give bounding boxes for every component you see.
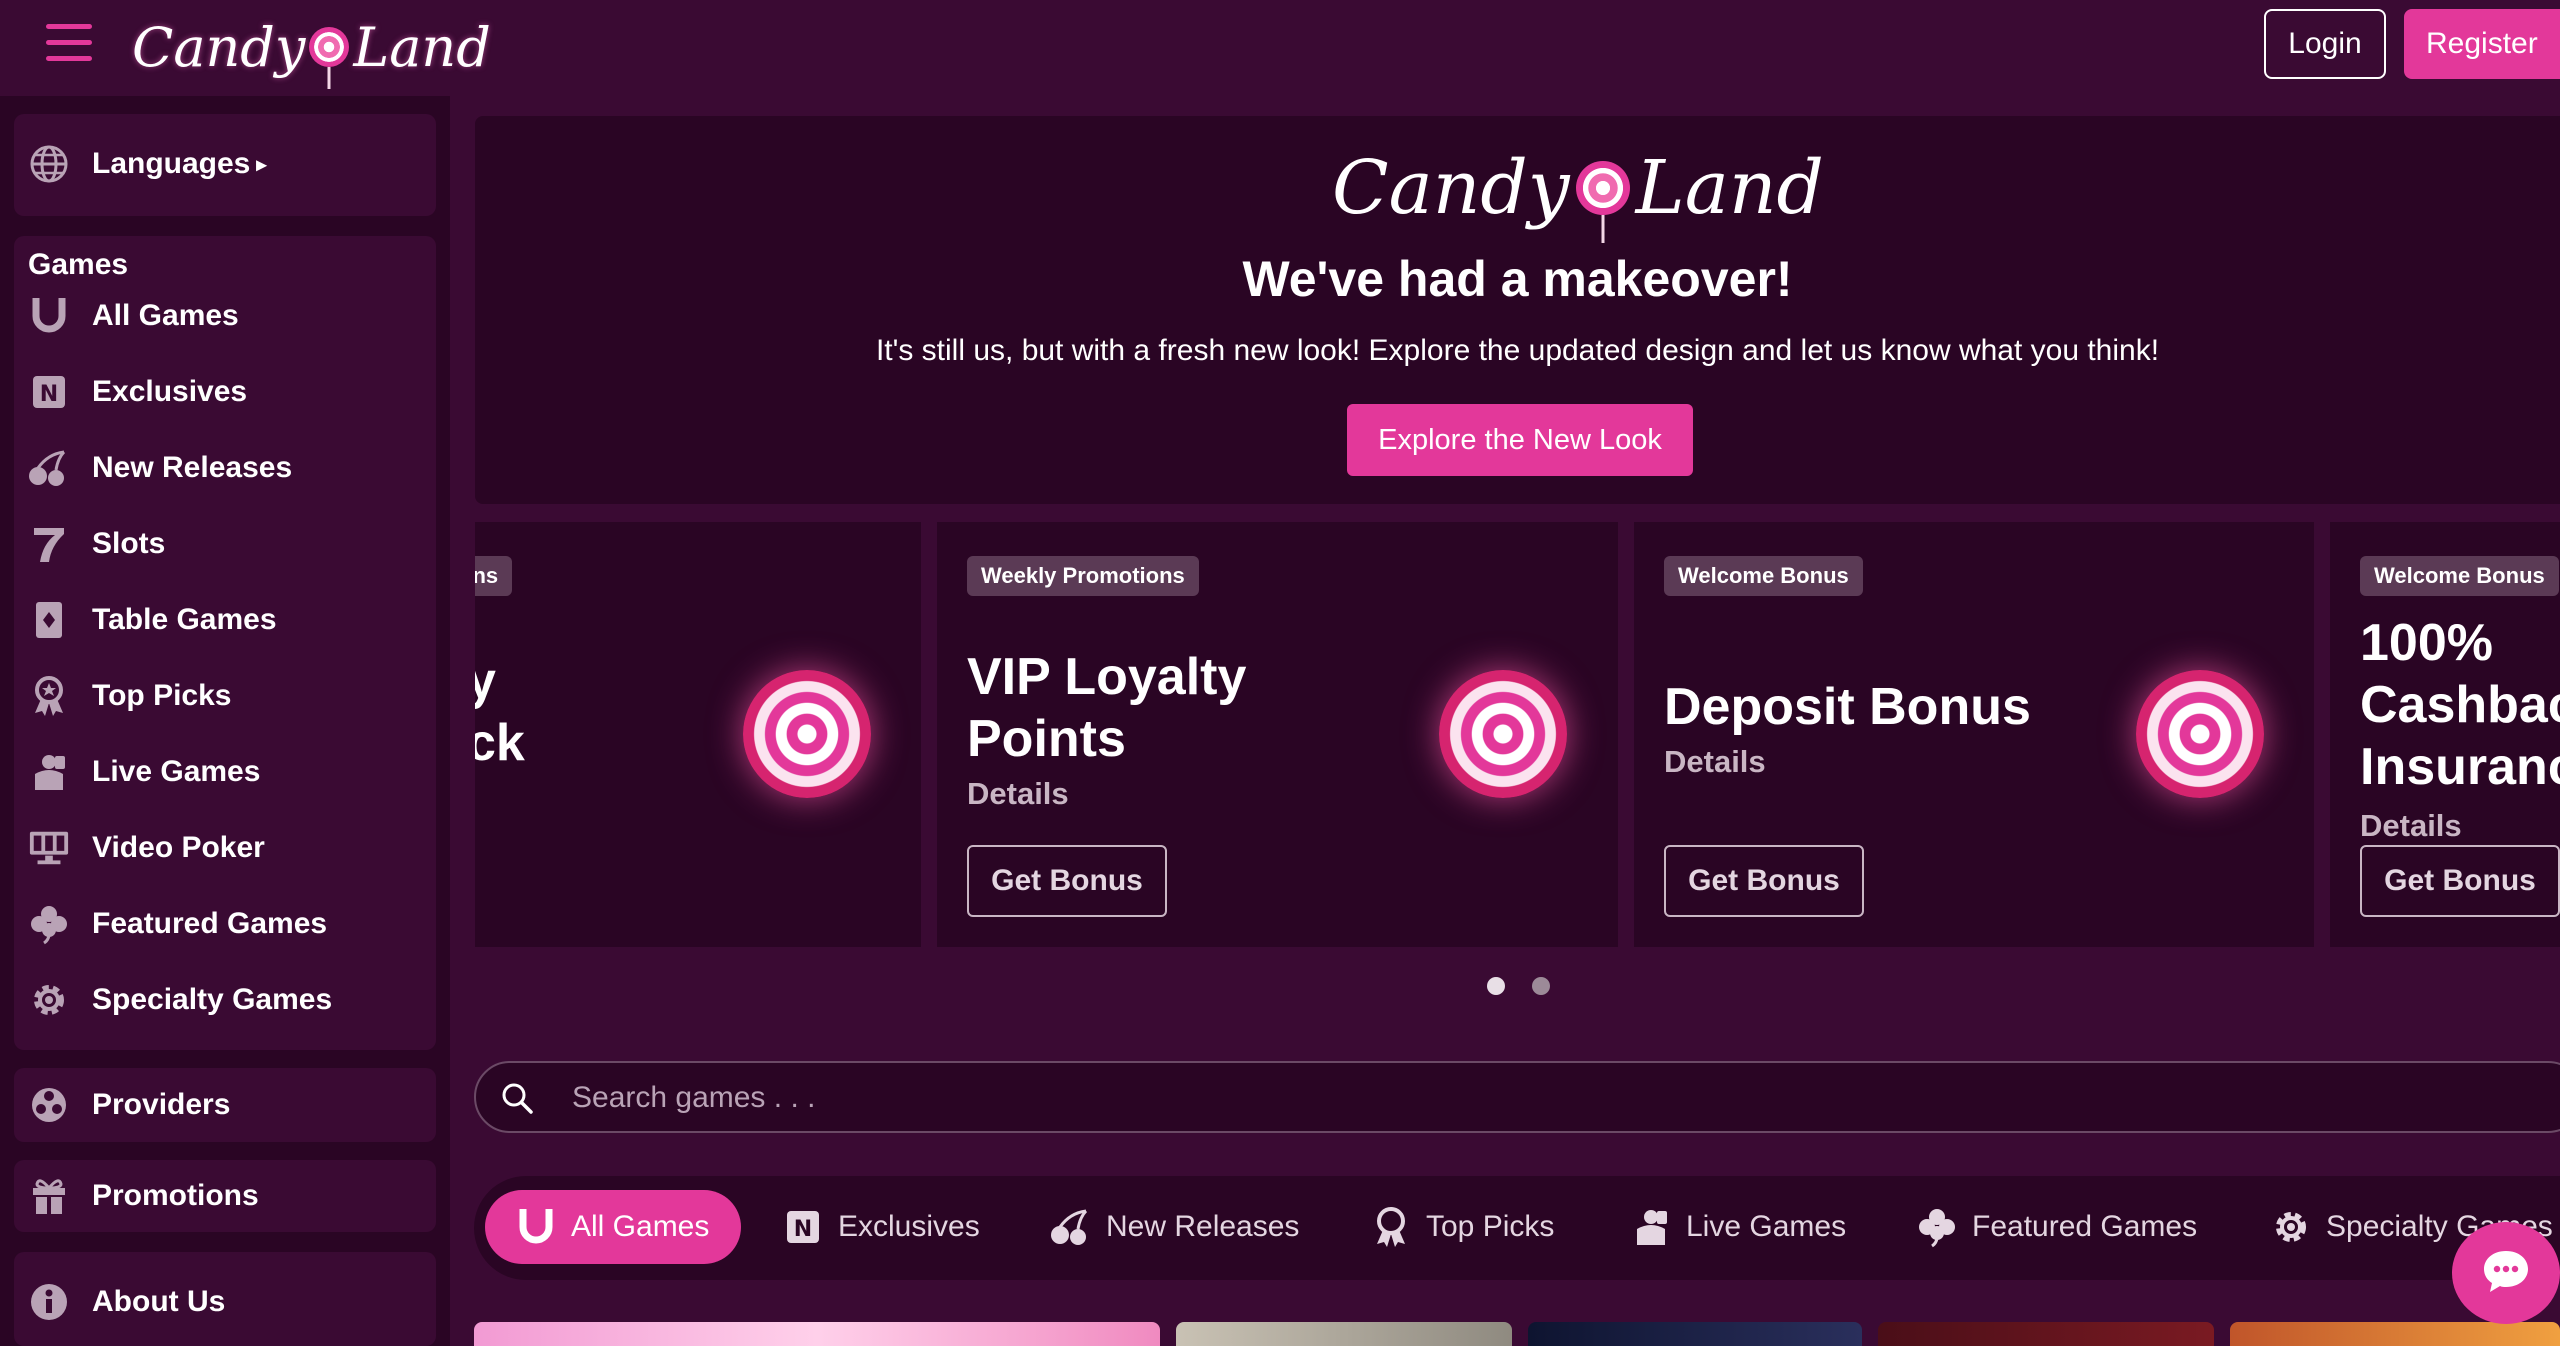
promo-tag: Welcome Bonus [1664, 556, 1863, 596]
promo-card[interactable]: Welcome Bonus 100% Cashbac Insuranc Deta… [2330, 522, 2560, 947]
horseshoe-icon [28, 295, 70, 337]
cherries-icon [1050, 1206, 1092, 1248]
promo-title: Deposit Bonus [1664, 678, 2031, 736]
monitor-icon [28, 827, 70, 869]
seven-icon [28, 523, 70, 565]
info-icon [28, 1281, 70, 1323]
promo-title: y ck [475, 652, 525, 772]
promo-tag: Welcome Bonus [2360, 556, 2559, 596]
lollipop-icon [309, 27, 350, 67]
tab-exclusives[interactable]: N Exclusives [782, 1190, 980, 1264]
candy-swirl-icon [2136, 670, 2264, 798]
game-thumbnail[interactable] [1878, 1322, 2214, 1346]
candy-swirl-icon [743, 670, 871, 798]
search-input[interactable] [572, 1073, 2472, 1123]
sidebar-item-all-games[interactable]: All Games [28, 286, 239, 346]
sidebar-item-providers[interactable]: Providers [28, 1075, 230, 1135]
sidebar: Languages ▸ Games All Games N Exclusives [0, 96, 450, 1346]
sidebar-item-top-picks[interactable]: Top Picks [28, 666, 231, 726]
tab-all-games[interactable]: All Games [485, 1190, 742, 1264]
tab-top-picks[interactable]: Top Picks [1370, 1190, 1554, 1264]
hamburger-menu-icon[interactable] [46, 22, 96, 64]
tab-featured-games[interactable]: Featured Games [1916, 1190, 2197, 1264]
sidebar-providers-card: Providers [14, 1068, 436, 1142]
sidebar-games-card: Games All Games N Exclusives New Release… [14, 236, 436, 1050]
candy-swirl-icon [1439, 670, 1567, 798]
dealer-icon [1630, 1206, 1672, 1248]
top-bar: Candy Land Login Register [0, 0, 2560, 96]
sidebar-promotions-card: Promotions [14, 1160, 436, 1232]
sidebar-item-featured-games[interactable]: Featured Games [28, 894, 327, 954]
award-icon [28, 675, 70, 717]
gear-icon [2270, 1206, 2312, 1248]
exclusive-icon: N [28, 371, 70, 413]
award-icon [1370, 1206, 1412, 1248]
sidebar-about-card: About Us [14, 1252, 436, 1346]
sidebar-item-exclusives[interactable]: N Exclusives [28, 362, 247, 422]
sidebar-item-new-releases[interactable]: New Releases [28, 438, 292, 498]
promo-card[interactable]: Weekly Promotions VIP Loyalty Points Det… [937, 522, 1618, 947]
card-icon [28, 599, 70, 641]
sidebar-item-live-games[interactable]: Live Games [28, 742, 260, 802]
cherries-icon [28, 447, 70, 489]
promo-tag: ons [475, 556, 513, 596]
games-heading: Games [28, 248, 129, 281]
sidebar-item-video-poker[interactable]: Video Poker [28, 818, 265, 878]
game-thumbnail[interactable] [1528, 1322, 1862, 1346]
tab-new-releases[interactable]: New Releases [1050, 1190, 1299, 1264]
promo-details-link[interactable]: Details [967, 776, 1069, 812]
clover-icon [28, 903, 70, 945]
gift-icon [28, 1175, 70, 1217]
site-logo[interactable]: Candy Land [132, 12, 491, 82]
promo-title: VIP Loyalty Points [967, 648, 1247, 768]
svg-text:N: N [794, 1217, 812, 1242]
explore-new-look-button[interactable]: Explore the New Look [1347, 404, 1693, 476]
sidebar-item-about-us[interactable]: About Us [28, 1272, 225, 1332]
game-thumbnail[interactable] [2230, 1322, 2560, 1346]
promo-details-link[interactable]: Details [1664, 744, 1766, 780]
promo-tag: Weekly Promotions [967, 556, 1199, 596]
caret-right-icon: ▸ [256, 153, 267, 176]
get-bonus-button[interactable]: Get Bonus [1664, 845, 1864, 917]
carousel-dot-active[interactable] [1487, 977, 1505, 995]
sidebar-languages-card: Languages ▸ [14, 114, 436, 216]
globe-icon [28, 143, 70, 185]
search-bar [474, 1061, 2560, 1133]
promo-card[interactable]: ons y ck [475, 522, 921, 947]
carousel-dot[interactable] [1532, 977, 1550, 995]
chat-bubble-icon [2481, 1248, 2531, 1299]
sidebar-item-languages[interactable]: Languages ▸ [28, 134, 266, 194]
horseshoe-icon [515, 1206, 557, 1248]
tab-live-games[interactable]: Live Games [1630, 1190, 1846, 1264]
lollipop-icon [1575, 161, 1630, 215]
game-thumbnail[interactable] [474, 1322, 1160, 1346]
search-icon [500, 1081, 534, 1115]
banner-logo: Candy Land [1332, 145, 1824, 231]
clover-icon [1916, 1206, 1958, 1248]
get-bonus-button[interactable]: Get Bonus [2360, 845, 2560, 917]
banner-title: We've had a makeover! [1242, 251, 1793, 307]
promo-details-link[interactable]: Details [2360, 808, 2462, 844]
get-bonus-button[interactable]: Get Bonus [967, 845, 1167, 917]
exclusive-icon: N [782, 1206, 824, 1248]
sidebar-item-specialty-games[interactable]: Specialty Games [28, 970, 332, 1030]
banner-subtitle: It's still us, but with a fresh new look… [875, 334, 2160, 367]
register-button[interactable]: Register [2404, 9, 2560, 79]
login-button[interactable]: Login [2264, 9, 2386, 79]
promo-card[interactable]: Welcome Bonus Deposit Bonus Details Get … [1634, 522, 2314, 947]
promo-title: 100% Cashbac Insuranc [2360, 614, 2560, 796]
sidebar-item-slots[interactable]: Slots [28, 514, 165, 574]
reel-icon [28, 1084, 70, 1126]
sidebar-item-table-games[interactable]: Table Games [28, 590, 277, 650]
dealer-icon [28, 751, 70, 793]
game-thumbnail[interactable] [1176, 1322, 1512, 1346]
svg-text:N: N [40, 382, 58, 407]
sidebar-item-promotions[interactable]: Promotions [28, 1166, 259, 1226]
chat-button[interactable] [2452, 1222, 2560, 1324]
gear-icon [28, 979, 70, 1021]
